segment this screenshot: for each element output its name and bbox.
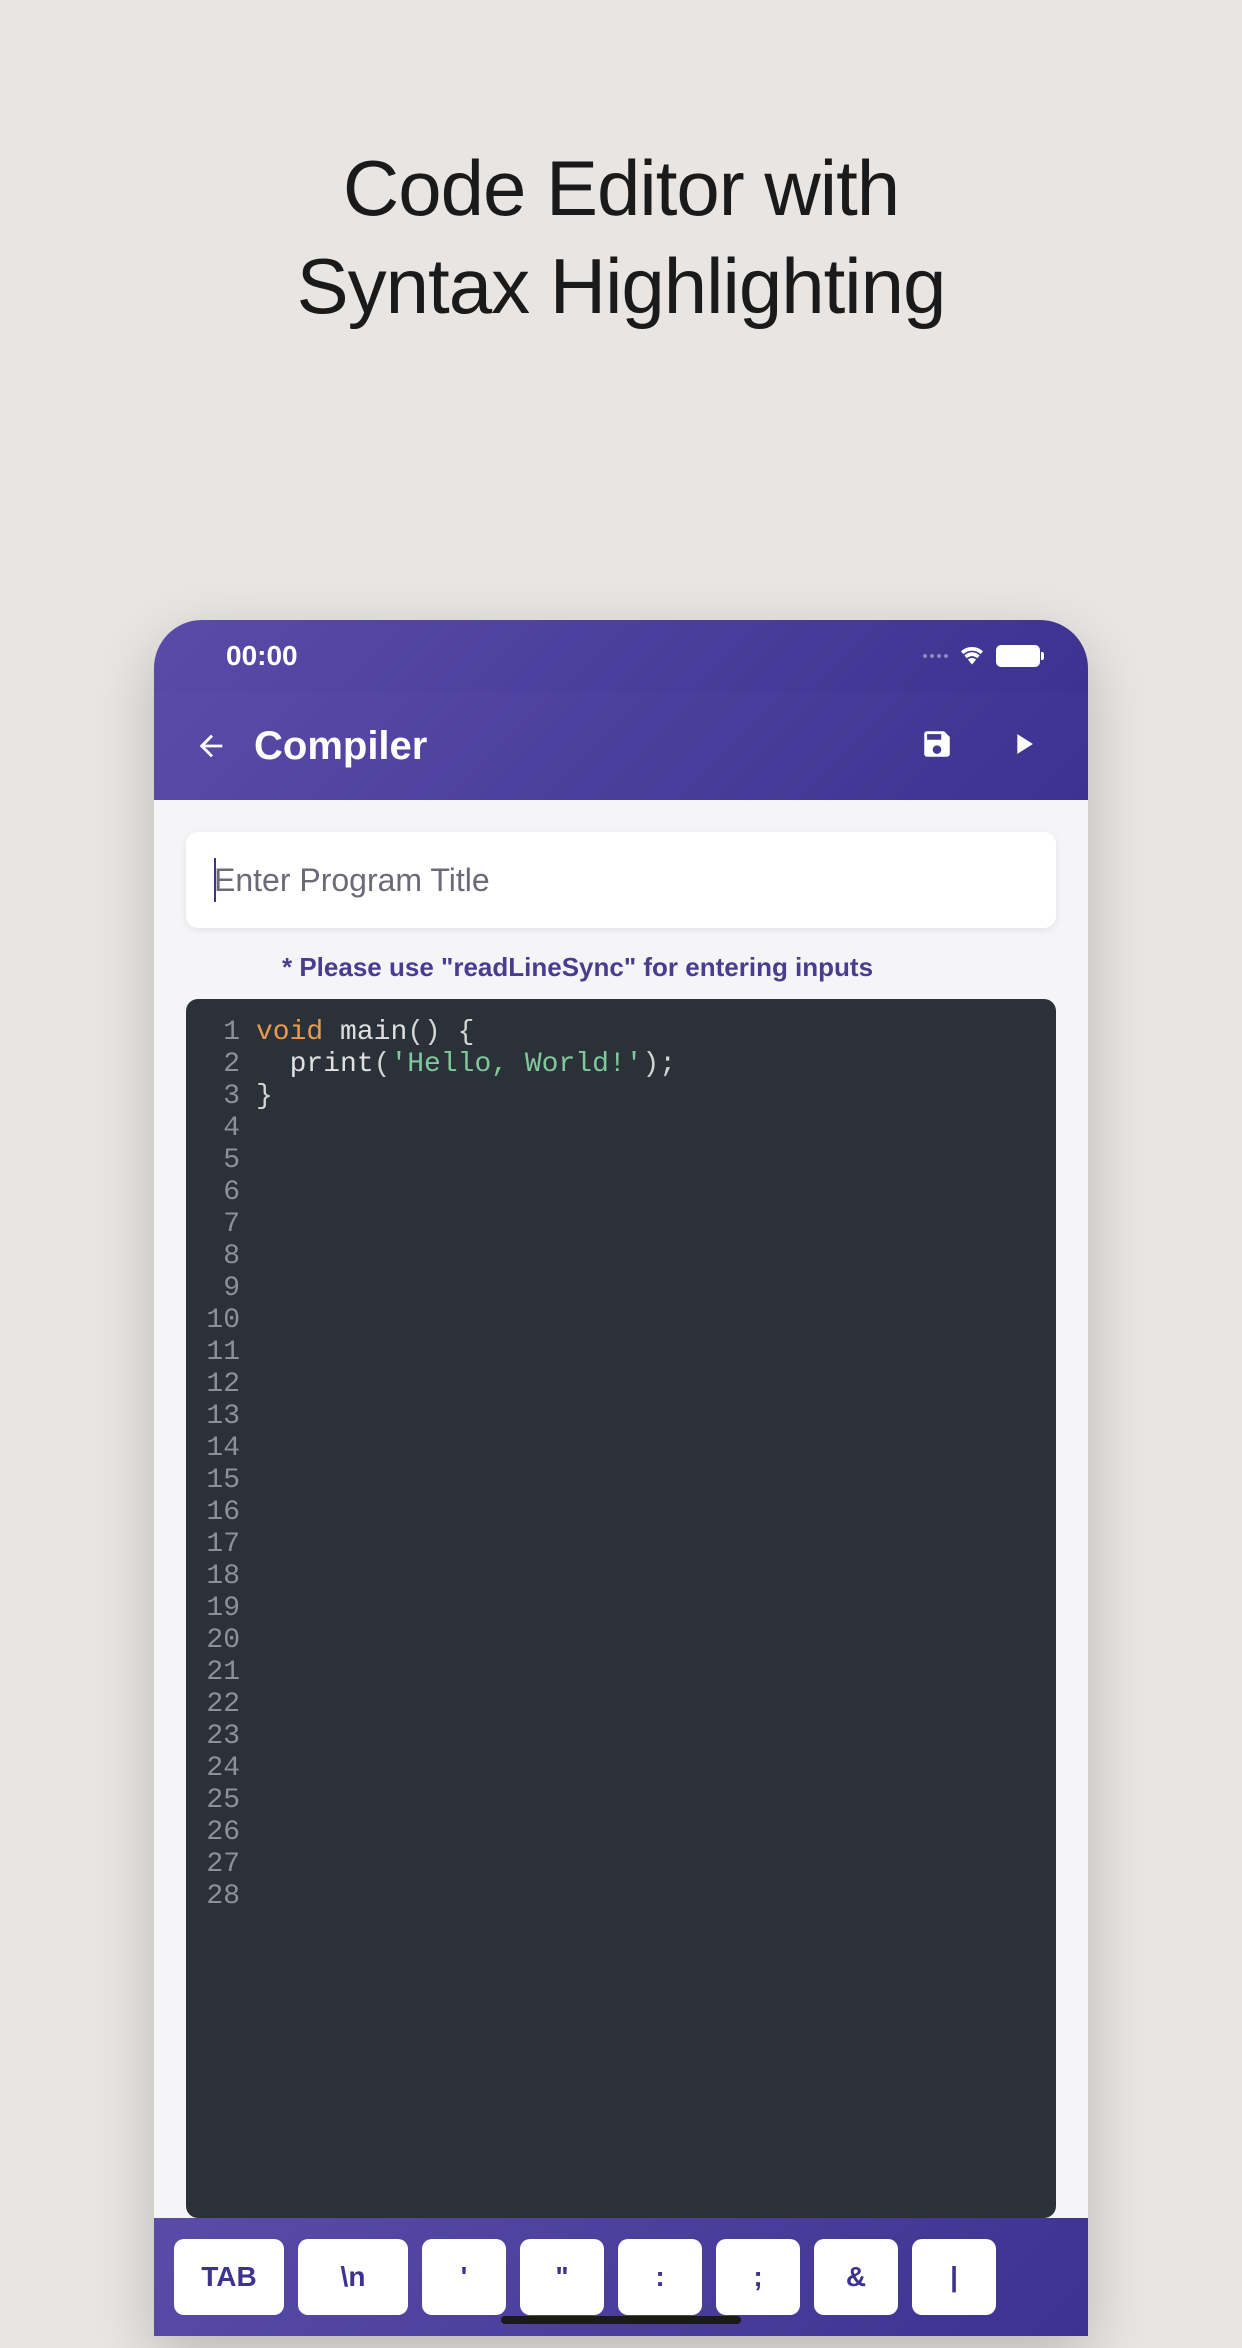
home-indicator — [501, 2316, 741, 2324]
code-line[interactable] — [256, 1433, 1056, 1465]
shortcut-key-[interactable]: ' — [422, 2239, 506, 2315]
code-line[interactable] — [256, 1273, 1056, 1305]
shortcut-key-[interactable]: : — [618, 2239, 702, 2315]
content-area: * Please use "readLineSync" for entering… — [154, 800, 1088, 2218]
play-icon — [1006, 727, 1040, 761]
nav-title: Compiler — [254, 724, 920, 769]
program-title-input[interactable] — [214, 862, 1028, 899]
code-content[interactable]: void main() { print('Hello, World!');} — [256, 1017, 1056, 2200]
code-line[interactable]: void main() { — [256, 1017, 1056, 1049]
status-bar: 00:00 — [154, 620, 1088, 692]
code-line[interactable] — [256, 1849, 1056, 1881]
status-time: 00:00 — [226, 640, 298, 672]
save-button[interactable] — [920, 727, 954, 766]
code-line[interactable] — [256, 1177, 1056, 1209]
shortcut-key-n[interactable]: \n — [298, 2239, 408, 2315]
line-number: 8 — [186, 1241, 240, 1273]
cellular-icon — [923, 654, 948, 658]
line-number: 19 — [186, 1593, 240, 1625]
line-number: 22 — [186, 1689, 240, 1721]
code-line[interactable] — [256, 1529, 1056, 1561]
code-line[interactable] — [256, 1497, 1056, 1529]
line-number: 17 — [186, 1529, 240, 1561]
promo-title-line1: Code Editor with — [0, 140, 1242, 238]
battery-icon — [996, 645, 1040, 667]
nav-bar: Compiler — [154, 692, 1088, 800]
line-number: 6 — [186, 1177, 240, 1209]
hint-text: * Please use "readLineSync" for entering… — [282, 952, 1056, 983]
line-number: 9 — [186, 1273, 240, 1305]
code-line[interactable] — [256, 1721, 1056, 1753]
code-line[interactable] — [256, 1881, 1056, 1913]
line-number: 21 — [186, 1657, 240, 1689]
code-editor[interactable]: 1234567891011121314151617181920212223242… — [186, 999, 1056, 2218]
line-number: 24 — [186, 1753, 240, 1785]
code-line[interactable] — [256, 1593, 1056, 1625]
status-icons — [923, 643, 1040, 670]
promo-title-line2: Syntax Highlighting — [0, 238, 1242, 336]
code-line[interactable] — [256, 1817, 1056, 1849]
wifi-icon — [958, 643, 986, 670]
arrow-left-icon — [194, 729, 228, 763]
code-line[interactable] — [256, 1401, 1056, 1433]
code-line[interactable]: } — [256, 1081, 1056, 1113]
line-number: 23 — [186, 1721, 240, 1753]
line-number: 7 — [186, 1209, 240, 1241]
code-line[interactable] — [256, 1465, 1056, 1497]
line-number: 20 — [186, 1625, 240, 1657]
line-number: 3 — [186, 1081, 240, 1113]
shortcut-key-[interactable]: ; — [716, 2239, 800, 2315]
run-button[interactable] — [1006, 727, 1040, 766]
code-line[interactable] — [256, 1145, 1056, 1177]
line-number: 11 — [186, 1337, 240, 1369]
line-numbers: 1234567891011121314151617181920212223242… — [186, 1017, 256, 2200]
line-number: 25 — [186, 1785, 240, 1817]
code-line[interactable]: print('Hello, World!'); — [256, 1049, 1056, 1081]
device-frame: 00:00 Compiler * Please use "readL — [154, 620, 1088, 2336]
line-number: 1 — [186, 1017, 240, 1049]
code-line[interactable] — [256, 1113, 1056, 1145]
text-cursor — [214, 858, 216, 902]
save-icon — [920, 727, 954, 761]
shortcut-key-[interactable]: " — [520, 2239, 604, 2315]
code-line[interactable] — [256, 1753, 1056, 1785]
code-line[interactable] — [256, 1657, 1056, 1689]
code-line[interactable] — [256, 1689, 1056, 1721]
line-number: 2 — [186, 1049, 240, 1081]
promo-title: Code Editor with Syntax Highlighting — [0, 140, 1242, 335]
line-number: 26 — [186, 1817, 240, 1849]
shortcut-key-TAB[interactable]: TAB — [174, 2239, 284, 2315]
title-input-wrapper[interactable] — [186, 832, 1056, 928]
line-number: 13 — [186, 1401, 240, 1433]
code-line[interactable] — [256, 1305, 1056, 1337]
code-line[interactable] — [256, 1561, 1056, 1593]
line-number: 12 — [186, 1369, 240, 1401]
code-line[interactable] — [256, 1337, 1056, 1369]
line-number: 4 — [186, 1113, 240, 1145]
shortcut-key-[interactable]: & — [814, 2239, 898, 2315]
line-number: 16 — [186, 1497, 240, 1529]
code-line[interactable] — [256, 1241, 1056, 1273]
shortcut-key-[interactable]: | — [912, 2239, 996, 2315]
back-button[interactable] — [194, 729, 228, 763]
line-number: 14 — [186, 1433, 240, 1465]
code-line[interactable] — [256, 1209, 1056, 1241]
line-number: 10 — [186, 1305, 240, 1337]
line-number: 15 — [186, 1465, 240, 1497]
code-line[interactable] — [256, 1785, 1056, 1817]
line-number: 5 — [186, 1145, 240, 1177]
code-line[interactable] — [256, 1625, 1056, 1657]
nav-actions — [920, 727, 1048, 766]
code-line[interactable] — [256, 1369, 1056, 1401]
line-number: 27 — [186, 1849, 240, 1881]
line-number: 28 — [186, 1881, 240, 1913]
line-number: 18 — [186, 1561, 240, 1593]
